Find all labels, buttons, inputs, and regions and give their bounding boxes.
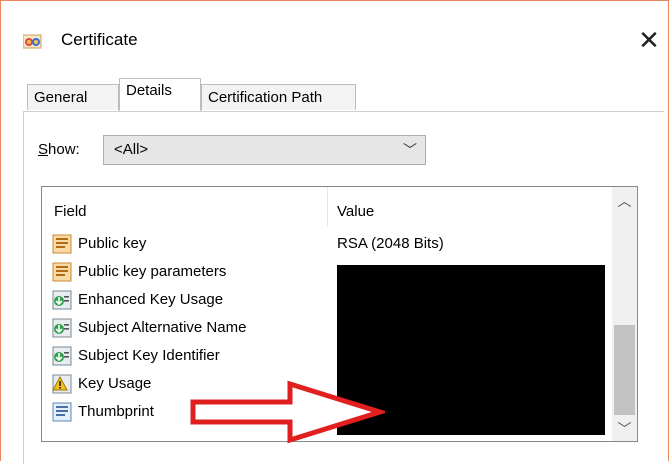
- certificate-field-icon: [52, 234, 72, 254]
- field-name: Public key parameters: [78, 263, 227, 280]
- show-dropdown[interactable]: <All> ﹀: [103, 135, 426, 165]
- window-title: Certificate: [61, 30, 138, 49]
- field-name: Enhanced Key Usage: [78, 291, 224, 308]
- field-value: RSA (2048 Bits): [337, 235, 444, 252]
- title-bar: Certificate ✕: [1, 1, 668, 61]
- scrollbar-thumb[interactable]: [614, 325, 635, 415]
- show-label: Show:: [38, 141, 80, 158]
- column-header-field[interactable]: Field: [54, 203, 87, 220]
- field-name: Subject Alternative Name: [78, 319, 247, 336]
- close-button[interactable]: ✕: [631, 23, 667, 57]
- red-arrow-annotation-icon: [190, 380, 385, 444]
- critical-extension-icon: [52, 374, 72, 394]
- field-name: Thumbprint: [78, 403, 154, 420]
- field-name: Public key: [78, 235, 147, 252]
- thumbprint-icon: [52, 402, 72, 422]
- field-name: Key Usage: [78, 375, 152, 392]
- scroll-up-icon[interactable]: ︿: [612, 191, 637, 211]
- extension-icon: [52, 290, 72, 310]
- column-divider[interactable]: [327, 187, 328, 227]
- field-name: Subject Key Identifier: [78, 347, 220, 364]
- certificate-field-icon: [52, 262, 72, 282]
- scroll-down-icon[interactable]: ﹀: [612, 419, 637, 439]
- chevron-down-icon: ﹀: [403, 142, 417, 158]
- tab-details[interactable]: Details: [119, 78, 201, 111]
- list-item[interactable]: Public key RSA (2048 Bits): [52, 231, 612, 259]
- vertical-scrollbar[interactable]: ︿ ﹀: [612, 187, 637, 441]
- column-header-value[interactable]: Value: [337, 203, 374, 220]
- tab-general[interactable]: General: [27, 84, 119, 110]
- extension-icon: [52, 346, 72, 366]
- show-dropdown-value: <All>: [114, 141, 149, 158]
- certificate-icon: [23, 34, 42, 49]
- list-header: Field Value: [42, 187, 612, 227]
- extension-icon: [52, 318, 72, 338]
- tab-certification-path[interactable]: Certification Path: [201, 84, 356, 110]
